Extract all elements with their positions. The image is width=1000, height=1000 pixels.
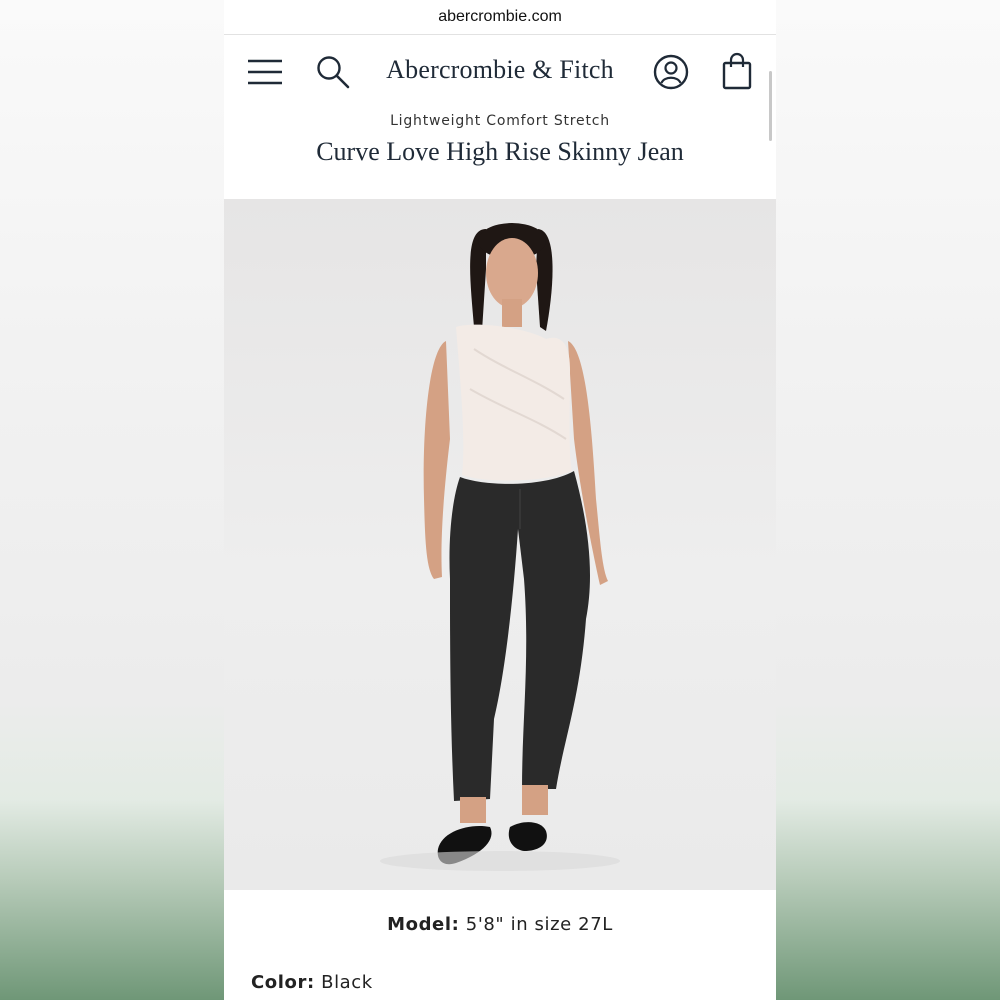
product-category: Lightweight Comfort Stretch: [390, 113, 610, 129]
address-bar[interactable]: abercrombie.com: [224, 0, 776, 35]
color-info: Color: Black: [251, 972, 373, 993]
product-title: Curve Love High Rise Skinny Jean: [316, 137, 684, 166]
blurred-backdrop-right: [776, 0, 1000, 1000]
phone-screen: abercrombie.com Abercrombie & Fitch Ligh…: [224, 0, 776, 1000]
shopping-bag-icon: [722, 52, 752, 90]
product-details: Model: 5'8" in size 27L Color: Black: [224, 890, 776, 1000]
model-value: 5'8" in size 27L: [465, 914, 613, 935]
product-image[interactable]: [224, 199, 776, 890]
color-value: Black: [321, 972, 373, 993]
url-text: abercrombie.com: [438, 8, 562, 25]
shopping-bag-button[interactable]: [720, 51, 754, 91]
scrollbar[interactable]: [769, 71, 772, 141]
blurred-backdrop-left: [0, 0, 224, 1000]
account-button[interactable]: [652, 53, 690, 91]
model-photo-illustration: [380, 223, 620, 871]
brand-logo[interactable]: Abercrombie & Fitch: [224, 55, 776, 85]
account-icon: [653, 54, 689, 90]
model-info: Model: 5'8" in size 27L: [224, 914, 776, 935]
color-label: Color:: [251, 972, 315, 993]
model-label: Model:: [387, 914, 460, 935]
site-header: Abercrombie & Fitch: [224, 35, 776, 141]
